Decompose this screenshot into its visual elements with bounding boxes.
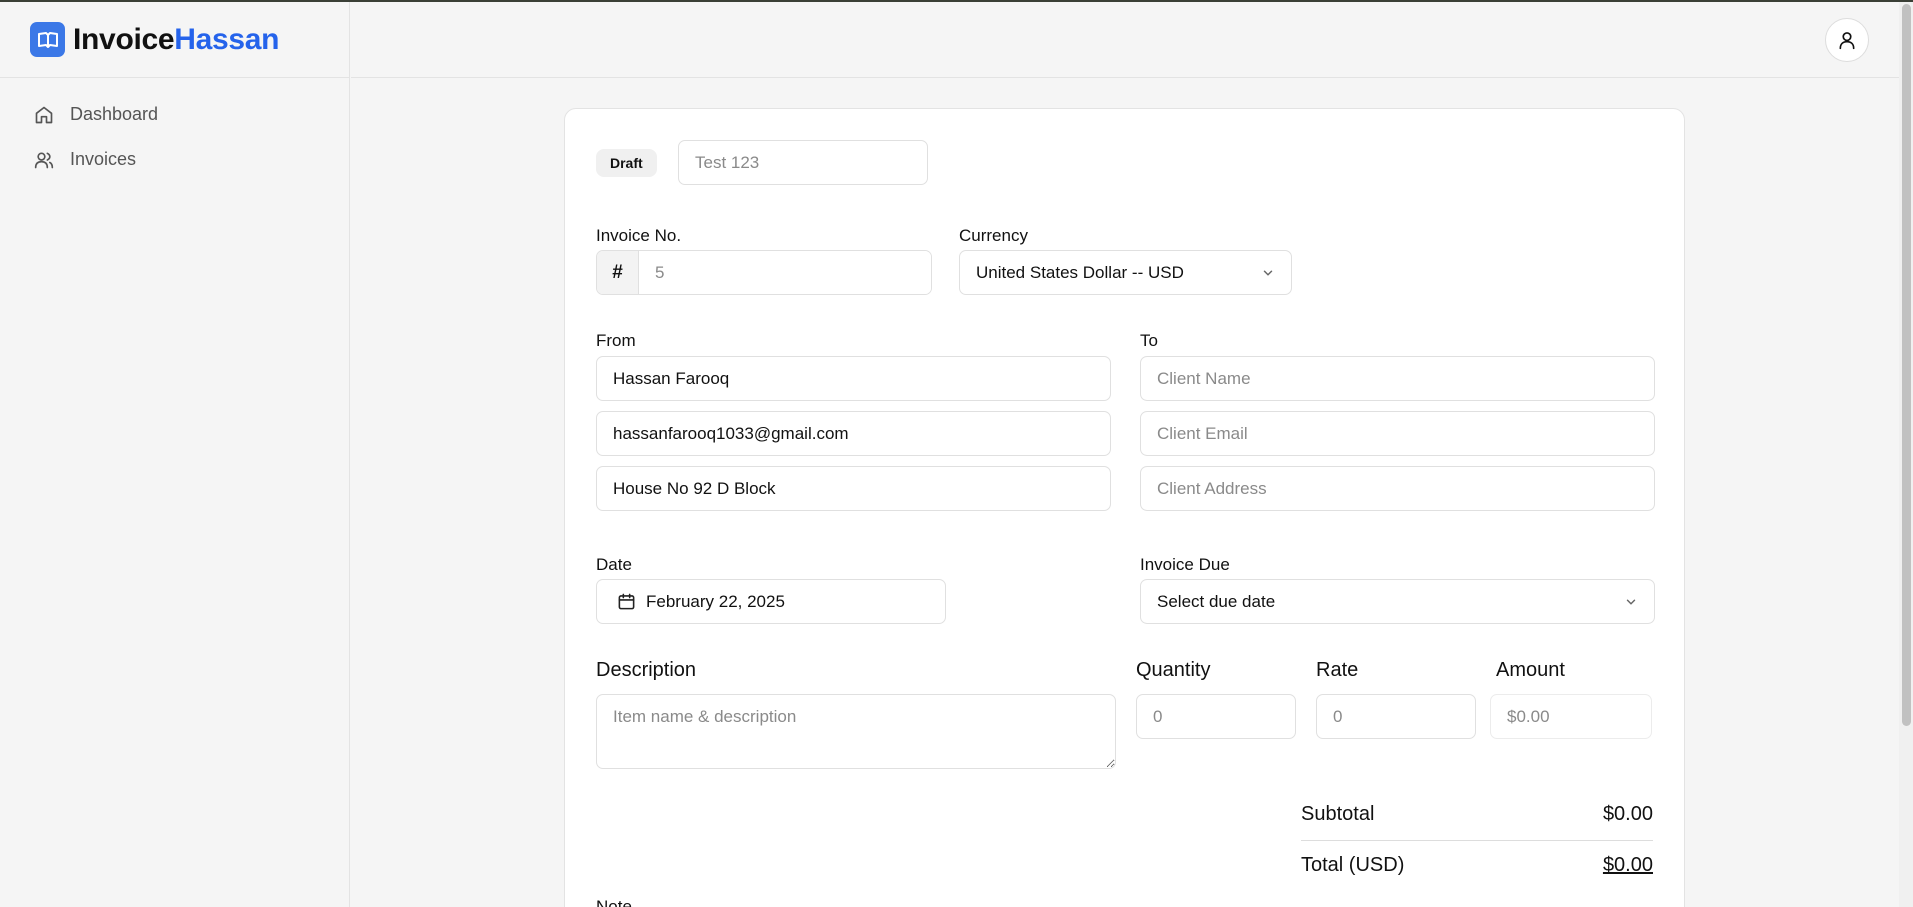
quantity-input[interactable]: [1136, 694, 1296, 739]
invoice-due-label: Invoice Due: [1140, 555, 1230, 574]
amount-value: $0.00: [1490, 694, 1652, 739]
invoice-due-select[interactable]: Select due date: [1140, 579, 1655, 624]
sidebar: InvoiceHassan Dashboard Invoices: [0, 2, 350, 907]
currency-label: Currency: [959, 226, 1028, 245]
from-label: From: [596, 331, 636, 350]
sidebar-item-label: Invoices: [70, 149, 137, 169]
rate-header: Rate: [1316, 659, 1359, 681]
logo[interactable]: InvoiceHassan: [0, 2, 349, 78]
client-address-input[interactable]: [1140, 466, 1655, 511]
note-label: Note: [596, 897, 632, 907]
to-label: To: [1140, 331, 1158, 350]
user-menu-button[interactable]: [1825, 18, 1869, 62]
amount-header: Amount: [1496, 659, 1565, 681]
sidebar-item-label: Dashboard: [70, 104, 159, 124]
total-row: Total (USD) $0.00: [1301, 854, 1653, 877]
home-icon: [34, 104, 56, 126]
user-icon: [1837, 30, 1857, 50]
brand-name: InvoiceHassan: [73, 22, 280, 57]
invoice-no-label: Invoice No.: [596, 226, 682, 245]
status-badge: Draft: [596, 149, 657, 177]
from-address-input[interactable]: [596, 466, 1111, 511]
users-icon: [34, 149, 56, 171]
top-bar: [351, 2, 1899, 78]
chevron-down-icon: [1624, 595, 1638, 609]
subtotal-label: Subtotal: [1301, 803, 1375, 825]
item-description-textarea[interactable]: [596, 694, 1116, 769]
calendar-icon: [617, 592, 636, 611]
date-value: February 22, 2025: [646, 591, 785, 611]
brand-name-part2: Hassan: [174, 22, 280, 56]
summary-divider: [1301, 840, 1653, 841]
from-email-input[interactable]: [596, 411, 1111, 456]
scrollbar-thumb[interactable]: [1902, 4, 1911, 726]
rate-input[interactable]: [1316, 694, 1476, 739]
invoice-title-input[interactable]: [678, 140, 928, 185]
date-picker-button[interactable]: February 22, 2025: [596, 579, 946, 624]
sidebar-item-dashboard[interactable]: Dashboard: [0, 92, 349, 137]
currency-select[interactable]: United States Dollar -- USD: [959, 250, 1292, 295]
quantity-header: Quantity: [1136, 659, 1211, 681]
sidebar-nav: Dashboard Invoices: [0, 78, 349, 182]
invoice-no-input[interactable]: [639, 251, 931, 294]
brand-name-part1: Invoice: [73, 22, 175, 56]
sidebar-item-invoices[interactable]: Invoices: [0, 137, 349, 182]
hash-prefix: #: [597, 251, 639, 294]
chevron-down-icon: [1261, 266, 1275, 280]
client-email-input[interactable]: [1140, 411, 1655, 456]
invoice-card: Draft Invoice No. # Currency United Stat…: [564, 108, 1685, 907]
client-name-input[interactable]: [1140, 356, 1655, 401]
total-value: $0.00: [1602, 854, 1653, 876]
description-header: Description: [596, 659, 697, 681]
invoice-no-group: #: [596, 250, 932, 295]
currency-value: United States Dollar -- USD: [976, 262, 1184, 282]
date-label: Date: [596, 555, 632, 574]
subtotal-row: Subtotal $0.00: [1301, 803, 1653, 826]
book-icon: [30, 22, 65, 57]
from-name-input[interactable]: [596, 356, 1111, 401]
invoice-due-value: Select due date: [1157, 591, 1276, 611]
total-label: Total (USD): [1301, 854, 1405, 876]
scrollbar[interactable]: [1899, 2, 1913, 907]
subtotal-value: $0.00: [1602, 803, 1653, 825]
